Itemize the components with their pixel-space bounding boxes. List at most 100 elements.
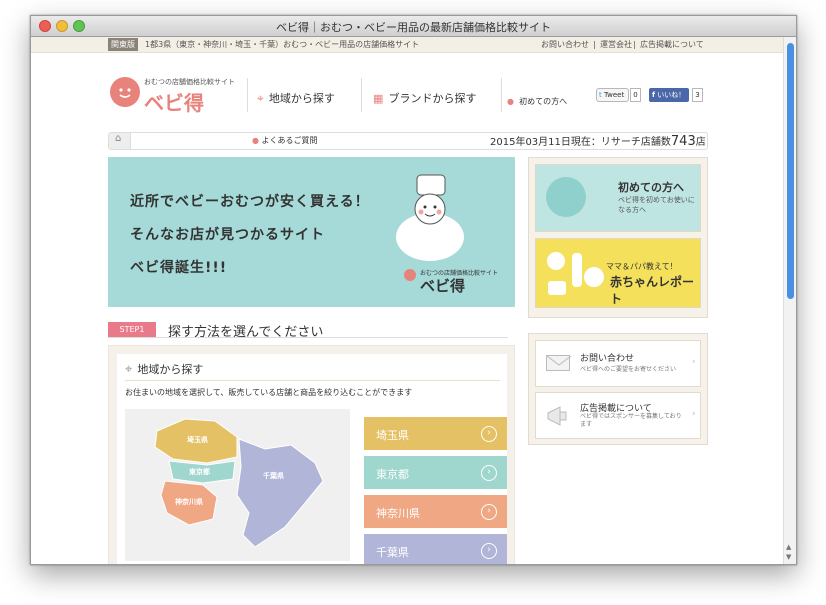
step-underline <box>108 337 508 338</box>
research-status: 2015年03月11日現在：リサーチ店舗数743店 <box>490 133 706 149</box>
hero-logo-text: ベビ得 <box>420 277 466 295</box>
nav-area-label: 地域から探す <box>268 92 335 105</box>
nav-brand[interactable]: ▦ ブランドから探す <box>373 87 477 106</box>
title-bar: ベビ得｜おむつ・ベビー用品の最新店舗価格比較サイト <box>31 16 796 37</box>
home-button[interactable]: ⌂ <box>109 133 131 149</box>
region-button-label: 神奈川県 <box>376 507 420 520</box>
link-contact[interactable]: お問い合わせ <box>541 38 589 51</box>
faq-label: よくあるご質問 <box>261 136 318 145</box>
map-label-saitama: 埼玉県 <box>187 436 208 444</box>
region-divider <box>125 380 500 381</box>
region-description: お住まいの地域を選択して、販売している店舗と商品を絞り込むことができます <box>125 388 413 397</box>
link-ads[interactable]: 広告掲載について <box>640 38 704 51</box>
logo-face-icon <box>110 77 140 107</box>
nav-area[interactable]: ⌖ 地域から探す <box>257 87 335 106</box>
step-badge: STEP1 <box>108 322 156 338</box>
nav-divider <box>361 78 362 112</box>
region-button-label: 東京都 <box>376 468 409 481</box>
region-button-label: 千葉県 <box>376 546 409 559</box>
site-logo[interactable]: おむつの店舗価格比較サイト ベビ得 <box>108 59 248 115</box>
site-tagline: 1都3県（東京・神奈川・埼玉・千葉）おむつ・ベビー用品の店舗価格サイト <box>145 40 420 49</box>
bullet-icon: ● <box>252 136 259 145</box>
map-label-tokyo: 東京都 <box>189 468 210 476</box>
chevron-right-icon: › <box>481 543 497 559</box>
region-button-tokyo[interactable]: 東京都 › <box>364 456 507 489</box>
browser-window: ベビ得｜おむつ・ベビー用品の最新店舗価格比較サイト 関東版 1都3県（東京・神奈… <box>30 15 797 565</box>
facebook-icon: f <box>652 91 656 99</box>
hero-logo-icon <box>404 269 416 281</box>
envelope-icon <box>546 355 572 371</box>
region-button-kanagawa[interactable]: 神奈川県 › <box>364 495 507 528</box>
scroll-thumb[interactable] <box>787 43 794 299</box>
hero-line-1: 近所でベビーおむつが安く買える！ <box>130 194 370 210</box>
first-time-card[interactable]: 初めての方へ ベビ得を初めてお使いになる方へ <box>535 164 701 232</box>
home-icon: ⌂ <box>115 133 122 144</box>
bullet-icon: ● <box>507 97 514 106</box>
vertical-scrollbar[interactable]: ▲ ▼ <box>783 37 796 564</box>
link-company[interactable]: 運営会社 <box>600 38 632 51</box>
baby-goods-icon <box>542 247 608 301</box>
nav-first-label: 初めての方へ <box>519 97 568 106</box>
page-viewport: 関東版 1都3県（東京・神奈川・埼玉・千葉）おむつ・ベビー用品の店舗価格サイト … <box>31 37 783 564</box>
window-title: ベビ得｜おむつ・ベビー用品の最新店舗価格比較サイト <box>276 21 551 34</box>
store-count: 743 <box>670 134 696 149</box>
nav-brand-label: ブランドから探す <box>388 92 477 105</box>
twitter-icon: t <box>599 91 602 99</box>
ads-desc: ベビ得ではスポンサーを募集しております <box>580 413 682 428</box>
like-button[interactable]: f いいね！ <box>649 88 689 102</box>
chevron-right-icon: › <box>481 465 497 481</box>
first-time-icon <box>546 177 586 217</box>
top-strip: 関東版 1都3県（東京・神奈川・埼玉・千葉）おむつ・ベビー用品の店舗価格サイト … <box>31 37 783 53</box>
map-pin-icon: ⌖ <box>257 91 264 105</box>
scroll-down-arrow-icon[interactable]: ▼ <box>786 553 791 561</box>
logo-text: ベビ得 <box>144 91 204 115</box>
chevron-right-icon: › <box>481 504 497 520</box>
side-info-panel: お問い合わせ ベビ得へのご要望をお寄せください › 広告掲載について ベビ得では… <box>528 333 708 445</box>
region-button-label: 埼玉県 <box>376 429 409 442</box>
kanto-map: 埼玉県 東京都 神奈川県 千葉県 <box>125 409 350 561</box>
nav-divider <box>501 78 502 112</box>
megaphone-icon <box>546 405 570 427</box>
contact-desc: ベビ得へのご要望をお寄せください <box>580 366 677 373</box>
hero-line-3: ベビ得誕生!!! <box>130 260 228 276</box>
map-label-kanagawa: 神奈川県 <box>175 498 203 506</box>
contact-card[interactable]: お問い合わせ ベビ得へのご要望をお寄せください › <box>535 340 701 387</box>
scroll-up-arrow-icon[interactable]: ▲ <box>786 543 791 551</box>
status-prefix: 2015年03月11日現在：リサーチ店舗数 <box>490 137 671 148</box>
like-count: 3 <box>692 88 703 102</box>
first-time-title: 初めての方へ <box>618 181 684 194</box>
link-separator: | <box>593 40 596 49</box>
side-banners: 初めての方へ ベビ得を初めてお使いになる方へ ママ＆パパ教えて！ 赤ちゃんレポー… <box>528 157 708 318</box>
map-label-chiba: 千葉県 <box>263 472 284 480</box>
chevron-right-icon: › <box>692 357 696 367</box>
tweet-count: 0 <box>630 88 641 102</box>
region-heading: ⌖ 地域から探す <box>125 358 203 377</box>
region-badge: 関東版 <box>108 38 138 51</box>
status-suffix: 店 <box>695 137 706 148</box>
baby-report-card[interactable]: ママ＆パパ教えて！ 赤ちゃんレポート <box>535 238 701 308</box>
link-separator: | <box>633 40 636 49</box>
info-bar: ⌂ ● よくあるご質問 2015年03月11日現在：リサーチ店舗数743店 <box>108 132 708 150</box>
region-button-chiba[interactable]: 千葉県 › <box>364 534 507 564</box>
map-chiba[interactable] <box>236 438 324 548</box>
region-search-body: ⌖ 地域から探す お住まいの地域を選択して、販売している店舗と商品を絞り込むこと… <box>117 354 507 564</box>
tweet-label: Tweet <box>603 91 625 99</box>
shop-icon: ▦ <box>373 92 384 105</box>
map-pin-icon: ⌖ <box>125 362 133 377</box>
contact-title: お問い合わせ <box>580 354 635 364</box>
first-time-desc: ベビ得を初めてお使いになる方へ <box>618 196 695 214</box>
tweet-button[interactable]: t Tweet <box>596 88 629 102</box>
like-label: いいね！ <box>657 91 686 99</box>
ads-card[interactable]: 広告掲載について ベビ得ではスポンサーを募集しております › <box>535 392 701 439</box>
region-button-saitama[interactable]: 埼玉県 › <box>364 417 507 450</box>
faq-link[interactable]: ● よくあるご質問 <box>252 135 318 146</box>
mascot-illustration <box>393 167 468 262</box>
report-title-line2: 赤ちゃんレポート <box>610 275 695 306</box>
report-title-line1: ママ＆パパ教えて！ <box>606 262 678 271</box>
hero-banner: 近所でベビーおむつが安く買える！ そんなお店が見つかるサイト ベビ得誕生!!! … <box>108 157 515 307</box>
hero-line-2: そんなお店が見つかるサイト <box>130 227 325 243</box>
logo-subtitle: おむつの店舗価格比較サイト <box>144 78 235 86</box>
chevron-right-icon: › <box>481 426 497 442</box>
nav-first-time[interactable]: ● 初めての方へ <box>507 89 567 108</box>
region-search-panel: ⌖ 地域から探す お住まいの地域を選択して、販売している店舗と商品を絞り込むこと… <box>108 345 515 564</box>
